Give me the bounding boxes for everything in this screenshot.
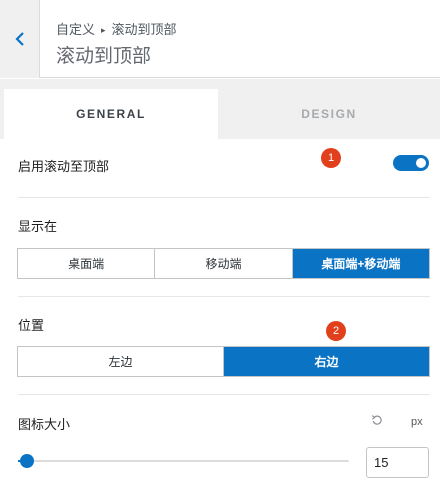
undo-icon[interactable]	[371, 414, 383, 426]
divider	[18, 394, 430, 395]
tab-general[interactable]: GENERAL	[4, 89, 218, 139]
divider	[18, 197, 430, 198]
display-on-label: 显示在	[18, 219, 58, 234]
chevron-left-icon	[14, 32, 24, 46]
toggle-knob	[416, 158, 426, 168]
icon-size-input[interactable]	[366, 447, 429, 478]
step-badge-1: 1	[321, 148, 341, 168]
breadcrumb-parent[interactable]: 自定义	[56, 22, 95, 37]
position-label: 位置	[18, 318, 45, 333]
divider	[18, 296, 430, 297]
enable-scroll-top-label: 启用滚动至顶部	[18, 159, 110, 174]
breadcrumb-current: 滚动到顶部	[111, 22, 177, 37]
back-button[interactable]	[0, 0, 40, 78]
tab-bar: GENERAL DESIGN	[0, 79, 440, 139]
display-option-desktop-mobile[interactable]: 桌面端+移动端	[292, 249, 429, 278]
position-segmented-control: 左边 右边	[17, 346, 430, 377]
icon-size-slider-track[interactable]	[27, 460, 349, 462]
icon-size-label: 图标大小	[18, 417, 71, 432]
icon-size-slider-thumb[interactable]	[20, 454, 34, 468]
breadcrumb: 自定义 ▸ 滚动到顶部	[56, 19, 177, 38]
enable-scroll-top-toggle[interactable]	[393, 155, 429, 171]
display-option-mobile[interactable]: 移动端	[155, 249, 293, 278]
step-badge-2: 2	[326, 321, 346, 341]
display-option-desktop[interactable]: 桌面端	[18, 249, 156, 278]
breadcrumb-separator-icon: ▸	[101, 25, 106, 35]
header: 自定义 ▸ 滚动到顶部 滚动到顶部	[0, 0, 440, 78]
position-option-left[interactable]: 左边	[18, 347, 224, 376]
position-option-right[interactable]: 右边	[224, 347, 429, 376]
page-title: 滚动到顶部	[56, 46, 152, 67]
display-on-segmented-control: 桌面端 移动端 桌面端+移动端	[17, 248, 430, 279]
tab-design[interactable]: DESIGN	[218, 89, 440, 139]
unit-label[interactable]: px	[411, 416, 423, 428]
